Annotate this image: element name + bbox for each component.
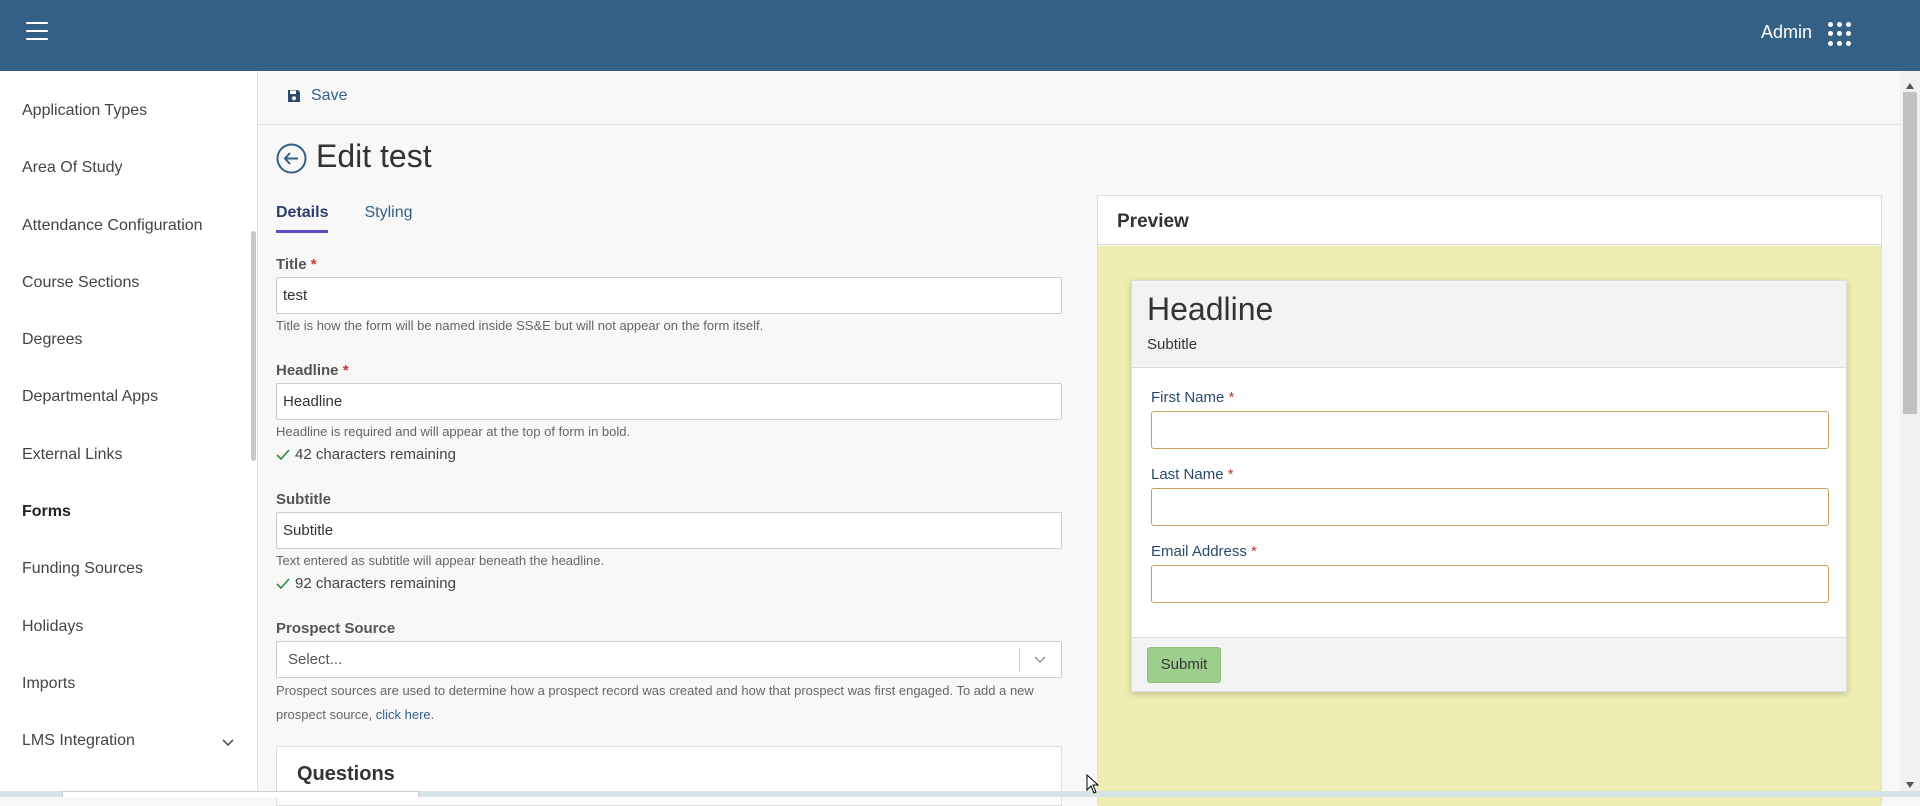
tab-details[interactable]: Details — [276, 204, 329, 233]
sidebar-scrollbar[interactable] — [251, 231, 256, 461]
subtitle-field-label: Subtitle — [276, 491, 331, 508]
admin-user-label[interactable]: Admin — [1761, 22, 1812, 43]
preview-last-name-label: Last Name * — [1151, 466, 1234, 483]
arrow-left-circle-icon[interactable] — [276, 143, 307, 174]
preview-body: Headline Subtitle First Name * Last Name… — [1098, 246, 1881, 806]
taskbar-tab[interactable] — [62, 791, 419, 797]
chevron-down-icon[interactable] — [221, 712, 235, 769]
preview-panel: Preview Headline Subtitle First Name * L… — [1097, 195, 1882, 806]
subtitle-remaining-text: 92 characters remaining — [295, 575, 456, 592]
sidebar-item-funding-sources[interactable]: Funding Sources — [0, 540, 257, 597]
sidebar: Application Types Area Of Study Attendan… — [0, 71, 258, 797]
preview-form-footer: Submit — [1132, 637, 1846, 691]
questions-title: Questions — [297, 763, 395, 785]
sidebar-item-area-of-study[interactable]: Area Of Study — [0, 139, 257, 196]
preview-field-label-text: Last Name — [1151, 466, 1224, 483]
tab-styling[interactable]: Styling — [364, 204, 412, 233]
top-navbar: Admin — [0, 0, 1920, 71]
hamburger-icon[interactable] — [26, 22, 48, 40]
sidebar-item-label: LMS Integration — [22, 732, 135, 750]
required-marker: * — [1227, 466, 1234, 483]
preview-subtitle: Subtitle — [1147, 336, 1198, 353]
preview-form-header: Headline Subtitle — [1132, 281, 1846, 368]
save-button[interactable]: Save — [287, 87, 347, 105]
grid-dots-icon[interactable] — [1828, 22, 1852, 46]
add-prospect-source-link[interactable]: click here. — [376, 707, 435, 722]
headline-remaining: 42 characters remaining — [276, 446, 456, 463]
title-input[interactable] — [276, 277, 1062, 314]
page-scrollbar-thumb[interactable] — [1903, 92, 1917, 414]
tab-bar: Details Styling — [276, 204, 413, 233]
sidebar-item-attendance-configuration[interactable]: Attendance Configuration — [0, 197, 257, 254]
headline-remaining-text: 42 characters remaining — [295, 446, 456, 463]
preview-email-input[interactable] — [1151, 565, 1829, 603]
sidebar-item-lms-integration[interactable]: LMS Integration — [0, 712, 257, 769]
sidebar-item-course-sections[interactable]: Course Sections — [0, 254, 257, 311]
mouse-cursor-icon — [1086, 773, 1100, 799]
questions-card: Questions — [276, 746, 1062, 806]
preview-last-name-input[interactable] — [1151, 488, 1829, 526]
sidebar-item-external-links[interactable]: External Links — [0, 426, 257, 483]
headline-field-label: Headline * — [276, 362, 349, 379]
required-marker: * — [310, 256, 317, 273]
headline-help-text: Headline is required and will appear at … — [276, 424, 631, 439]
preview-email-label: Email Address * — [1151, 543, 1257, 560]
select-placeholder: Select... — [288, 651, 343, 668]
sidebar-item-imports[interactable]: Imports — [0, 655, 257, 712]
required-marker: * — [1228, 389, 1235, 406]
prospect-help-text: Prospect sources are used to determine h… — [276, 679, 1066, 727]
toolbar: Save — [259, 71, 1900, 125]
preview-field-label-text: Email Address — [1151, 543, 1247, 560]
page-title: Edit test — [316, 138, 432, 174]
preview-first-name-label: First Name * — [1151, 389, 1234, 406]
required-marker: * — [1251, 543, 1257, 560]
sidebar-item-departmental-apps[interactable]: Departmental Apps — [0, 368, 257, 425]
sidebar-item-application-types[interactable]: Application Types — [0, 82, 257, 139]
title-label-text: Title — [276, 256, 307, 273]
prospect-source-select[interactable]: Select... — [276, 641, 1062, 678]
preview-title: Preview — [1098, 196, 1881, 245]
subtitle-help-text: Text entered as subtitle will appear ben… — [276, 553, 605, 568]
title-field-label: Title * — [276, 256, 317, 273]
chevron-down-icon[interactable] — [1031, 650, 1049, 673]
preview-form-card: Headline Subtitle First Name * Last Name… — [1131, 280, 1847, 692]
checkmark-icon — [276, 577, 290, 589]
sidebar-item-forms[interactable]: Forms — [0, 483, 257, 540]
sidebar-item-holidays[interactable]: Holidays — [0, 598, 257, 655]
headline-label-text: Headline — [276, 362, 339, 379]
save-label: Save — [311, 87, 348, 104]
preview-submit-button[interactable]: Submit — [1147, 647, 1221, 683]
headline-input[interactable] — [276, 383, 1062, 420]
main-content: Edit test Details Styling Title * Title … — [259, 126, 1900, 806]
select-divider — [1019, 648, 1020, 672]
preview-headline: Headline — [1147, 291, 1274, 327]
checkmark-icon — [276, 448, 290, 460]
required-marker: * — [342, 362, 349, 379]
subtitle-input[interactable] — [276, 512, 1062, 549]
prospect-source-label: Prospect Source — [276, 620, 396, 637]
subtitle-remaining: 92 characters remaining — [276, 575, 456, 592]
preview-first-name-input[interactable] — [1151, 411, 1829, 449]
title-help-text: Title is how the form will be named insi… — [276, 318, 764, 333]
sidebar-item-degrees[interactable]: Degrees — [0, 311, 257, 368]
floppy-disk-icon — [288, 90, 300, 102]
preview-field-label-text: First Name — [1151, 389, 1225, 406]
